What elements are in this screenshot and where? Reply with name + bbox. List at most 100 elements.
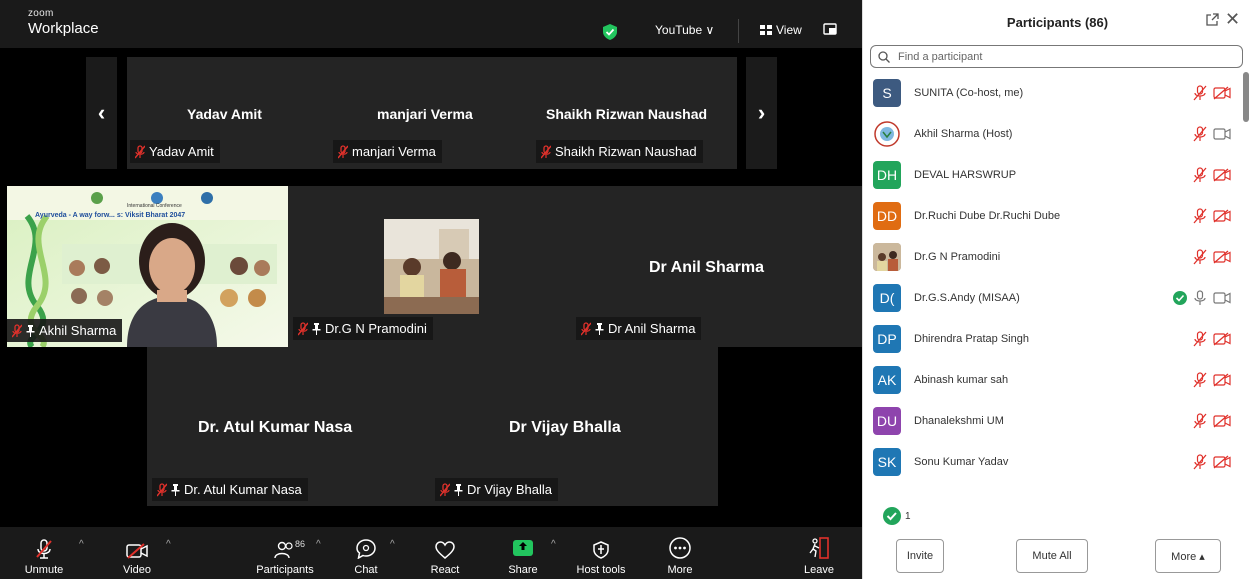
participant-name: Sonu Kumar Yadav xyxy=(914,455,1009,468)
mic-muted-icon xyxy=(36,539,52,559)
participant-status-icons xyxy=(1193,166,1231,183)
mic-muted-icon xyxy=(541,144,551,158)
video-off-icon xyxy=(1213,250,1231,263)
participant-name: Dhirendra Pratap Singh xyxy=(914,332,1029,345)
pin-icon xyxy=(171,483,180,496)
video-off-icon xyxy=(1213,209,1231,222)
participant-name: Dr.G N Pramodini xyxy=(914,250,1001,263)
next-page-button[interactable]: › xyxy=(746,57,777,169)
share-button[interactable]: Share xyxy=(505,527,541,579)
participant-status-icons xyxy=(1193,84,1231,101)
video-button[interactable]: Video xyxy=(117,527,157,579)
minimize-window-icon[interactable] xyxy=(823,22,837,36)
video-tile-akhil-sharma[interactable]: Ayurveda - A way forw... s: Viksit Bhara… xyxy=(7,186,288,347)
list-scrollbar[interactable] xyxy=(1243,72,1249,122)
name-tag-label: Akhil Sharma xyxy=(39,323,117,338)
filmstrip: Yadav Amit manjari Verma Shaikh Rizwan N… xyxy=(127,57,737,169)
video-off-icon xyxy=(1213,86,1231,99)
avatar xyxy=(873,119,901,148)
video-tile-pramodini[interactable]: Dr.G N Pramodini xyxy=(288,186,570,347)
top-bar: zoom Workplace YouTube ∨ View xyxy=(0,0,862,48)
heart-icon xyxy=(435,541,455,559)
mic-muted-icon xyxy=(157,482,167,496)
photo-avatar-icon xyxy=(873,242,901,271)
raised-count: 1 xyxy=(883,507,911,525)
mute-all-button[interactable]: Mute All xyxy=(1016,539,1088,573)
participant-name: Akhil Sharma (Host) xyxy=(914,127,1013,140)
shield-check-icon[interactable] xyxy=(603,24,617,40)
share-options-caret[interactable]: ^ xyxy=(551,539,556,550)
more-icon xyxy=(669,537,691,559)
participant-name: SUNITA (Co-host, me) xyxy=(914,86,1024,99)
mic-muted-icon xyxy=(1193,412,1207,428)
participant-list: S SUNITA (Co-host, me) Akhil Sharma (Host)… xyxy=(863,72,1243,492)
participant-status-icons xyxy=(1193,125,1231,142)
stream-menu[interactable]: YouTube ∨ xyxy=(655,23,714,37)
chat-button[interactable]: Chat xyxy=(350,527,382,579)
shield-icon xyxy=(593,541,609,559)
participant-row[interactable]: DP Dhirendra Pratap Singh xyxy=(863,318,1243,359)
name-tag-label: Dr. Atul Kumar Nasa xyxy=(184,482,302,497)
audio-options-caret[interactable]: ^ xyxy=(79,539,84,550)
mic-muted-icon xyxy=(1193,453,1207,469)
participant-status-icons xyxy=(1193,248,1231,265)
participant-row[interactable]: Akhil Sharma (Host) xyxy=(863,113,1243,154)
video-off-icon xyxy=(1213,455,1231,468)
name-tag-label: manjari Verma xyxy=(352,144,436,159)
participant-row[interactable]: DH DEVAL HARSWRUP xyxy=(863,154,1243,195)
participant-row[interactable]: DD Dr.Ruchi Dube Dr.Ruchi Dube xyxy=(863,195,1243,236)
pin-icon xyxy=(454,483,463,496)
participant-row[interactable]: DU Dhanalekshmi UM xyxy=(863,400,1243,441)
share-screen-icon xyxy=(513,540,533,556)
participant-name: Dr.G.S.Andy (MISAA) xyxy=(914,291,1020,304)
mic-muted-icon xyxy=(1193,207,1207,223)
previous-page-button[interactable]: ‹ xyxy=(86,57,117,169)
participant-row[interactable]: S SUNITA (Co-host, me) xyxy=(863,72,1243,113)
participant-row[interactable]: AK Abinash kumar sah xyxy=(863,359,1243,400)
leave-button[interactable]: Leave xyxy=(801,527,837,579)
video-tile-anil-sharma[interactable]: Dr Anil Sharma Dr Anil Sharma xyxy=(570,186,862,347)
name-tag: Akhil Sharma xyxy=(7,319,123,342)
video-off-icon xyxy=(126,543,148,559)
participant-row[interactable]: SK Sonu Kumar Yadav xyxy=(863,441,1243,482)
video-icon xyxy=(1213,291,1231,304)
unmute-button[interactable]: Unmute xyxy=(24,527,64,579)
grid-icon xyxy=(760,25,772,35)
participant-status-icons xyxy=(1193,412,1231,429)
host-tools-button[interactable]: Host tools xyxy=(572,527,630,579)
video-label: Video xyxy=(123,564,151,576)
participant-row[interactable]: Dr.G N Pramodini xyxy=(863,236,1243,277)
close-icon[interactable]: ✕ xyxy=(1225,9,1240,30)
video-options-caret[interactable]: ^ xyxy=(166,539,171,550)
react-button[interactable]: React xyxy=(427,527,463,579)
participant-row[interactable]: D(Dr.G.S.Andy (MISAA) xyxy=(863,277,1243,318)
participants-options-caret[interactable]: ^ xyxy=(316,539,321,550)
panel-title: Participants (86) xyxy=(1006,15,1109,30)
participant-search[interactable] xyxy=(870,45,1243,68)
pop-out-icon[interactable] xyxy=(1205,13,1219,27)
share-label: Share xyxy=(508,564,538,576)
avatar: DH xyxy=(873,160,901,189)
name-tag-label: Dr.G N Pramodini xyxy=(325,321,427,336)
participants-button[interactable]: Participants 86 xyxy=(250,527,320,579)
video-row: Dr. Atul Kumar Nasa Dr Vijay Bhalla Dr. … xyxy=(147,347,718,506)
participants-count: 86 xyxy=(295,539,306,549)
avatar xyxy=(873,242,901,271)
tile-name: Dr Vijay Bhalla xyxy=(509,419,621,436)
tile-name: Yadav Amit xyxy=(187,106,262,122)
search-input[interactable] xyxy=(898,50,1218,63)
meeting-window: zoom Workplace YouTube ∨ View ‹ Yadav Am… xyxy=(0,0,862,579)
more-button[interactable]: More xyxy=(663,527,697,579)
view-button[interactable]: View xyxy=(760,23,802,37)
participants-label: Participants xyxy=(256,564,314,576)
more-options-button[interactable]: More ▴ xyxy=(1155,539,1221,573)
mic-muted-icon xyxy=(338,144,348,158)
name-tag: Shaikh Rizwan Naushad xyxy=(536,140,703,163)
chat-options-caret[interactable]: ^ xyxy=(390,539,395,550)
logo-line1: zoom xyxy=(28,8,54,19)
tile-name: Dr. Atul Kumar Nasa xyxy=(198,419,353,436)
name-tag: Dr.G N Pramodini xyxy=(293,317,433,340)
name-tag-label: Dr Vijay Bhalla xyxy=(467,482,553,497)
invite-button[interactable]: Invite xyxy=(896,539,944,573)
participants-panel: Participants (86) ✕ S SUNITA (Co-host, me… xyxy=(862,0,1251,579)
